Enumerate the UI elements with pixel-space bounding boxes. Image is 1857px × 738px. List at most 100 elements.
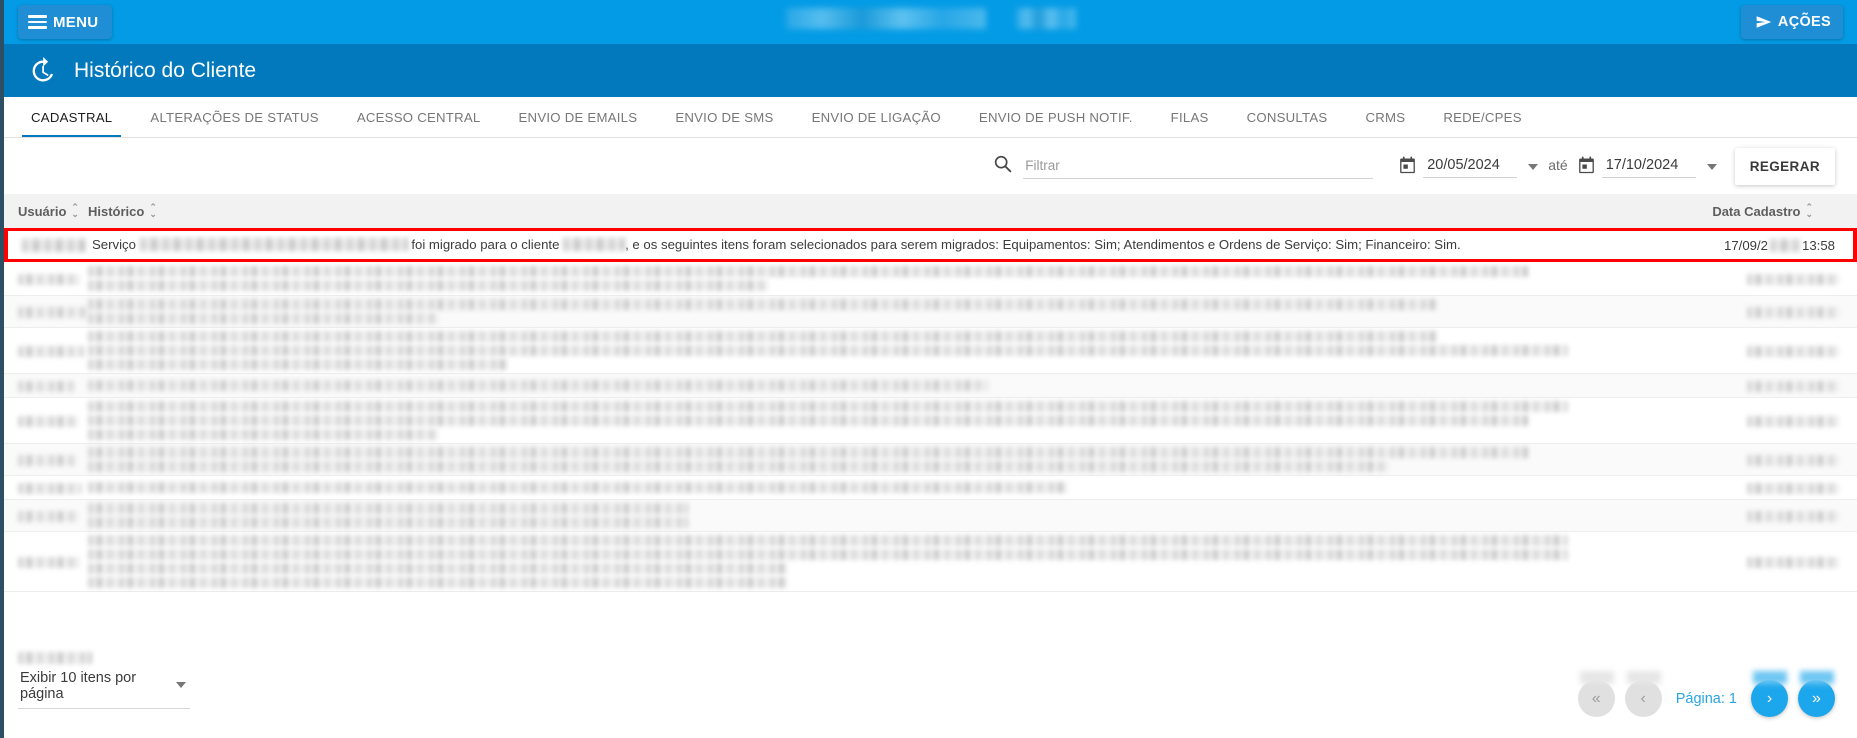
data-cadastro-date: 17/09/2 [1723, 237, 1768, 253]
tab-envio-de-emails[interactable]: ENVIO DE EMAILS [500, 97, 657, 137]
column-header-data-cadastro[interactable]: Data Cadastro ⌃ ⌄ [1697, 203, 1857, 219]
chevron-down-icon[interactable] [1528, 163, 1539, 170]
date-to-group[interactable]: 17/10/2024 [1578, 155, 1717, 178]
menu-button[interactable]: MENU [18, 5, 113, 39]
chevron-down-icon[interactable] [1706, 163, 1717, 170]
tab-altera-es-de-status[interactable]: ALTERAÇÕES DE STATUS [131, 97, 337, 137]
tab-label: CONSULTAS [1246, 109, 1328, 125]
redaction-block [88, 517, 688, 528]
table-row-highlighted[interactable]: Serviço foi migrado para o cliente , e o… [4, 228, 1857, 262]
table-row[interactable] [4, 262, 1857, 296]
redaction-block [88, 461, 1388, 472]
sort-icon[interactable]: ⌃ ⌄ [1805, 203, 1813, 219]
redaction-block [1753, 671, 1787, 684]
actions-button-label: AÇÕES [1777, 14, 1831, 30]
pagination-prev-icon: ‹ [1640, 689, 1646, 707]
redaction-block [563, 238, 626, 252]
redaction-block [1747, 483, 1839, 495]
table-row[interactable] [4, 374, 1857, 398]
redaction-block [18, 483, 82, 495]
redaction-block [88, 535, 1568, 546]
column-header-usuario[interactable]: Usuário ⌃ ⌄ [4, 203, 88, 219]
table-row[interactable] [4, 398, 1857, 444]
pagination-prev-button[interactable]: ‹ [1624, 671, 1662, 717]
redaction-block [88, 280, 768, 291]
cell-usuario [4, 413, 88, 428]
date-to-value[interactable]: 17/10/2024 [1601, 155, 1696, 178]
redaction-block [1747, 346, 1839, 358]
table-row[interactable] [4, 532, 1857, 592]
redaction-block [88, 266, 1528, 277]
tab-bar: CADASTRAL ALTERAÇÕES DE STATUS ACESSO CENT… [4, 97, 1857, 138]
date-from-value[interactable]: 20/05/2024 [1423, 155, 1518, 178]
tab-filas[interactable]: FILAS [1152, 97, 1228, 137]
menu-button-label: MENU [53, 13, 99, 31]
page-title: Histórico do Cliente [74, 58, 257, 82]
tab-label: REDE/CPES [1443, 109, 1522, 125]
tab-cadastral[interactable]: CADASTRAL [12, 97, 131, 137]
cell-historico [88, 479, 1697, 496]
tab-label: ACESSO CENTRAL [356, 109, 481, 125]
tab-acesso-central[interactable]: ACESSO CENTRAL [338, 97, 500, 137]
cell-data-cadastro: 17/09/2 13:58 [1693, 238, 1853, 253]
send-icon [1756, 16, 1772, 28]
tab-consultas[interactable]: CONSULTAS [1228, 97, 1347, 137]
cell-data-cadastro [1697, 413, 1857, 428]
redaction-block [18, 274, 80, 286]
table-row[interactable] [4, 296, 1857, 328]
cell-data-cadastro [1697, 452, 1857, 467]
redaction-block [88, 563, 788, 574]
cell-data-cadastro [1697, 378, 1857, 393]
sort-icon[interactable]: ⌃ ⌄ [71, 203, 79, 219]
tab-label: ENVIO DE EMAILS [518, 109, 638, 125]
table-row[interactable] [4, 476, 1857, 500]
tab-label: ENVIO DE SMS [675, 109, 774, 125]
redaction-block [18, 652, 92, 664]
redaction-block [88, 401, 1568, 412]
pagination-last-button[interactable]: » [1798, 671, 1835, 717]
pagination-last-icon: » [1812, 689, 1821, 707]
cell-historico [88, 532, 1697, 591]
tab-envio-de-liga-o[interactable]: ENVIO DE LIGAÇÃO [793, 97, 960, 137]
page-size-select[interactable]: Exibir 10 itens por página [18, 667, 190, 709]
redaction-block [1747, 381, 1839, 393]
redaction-block [1626, 671, 1661, 684]
cell-historico [88, 444, 1697, 475]
redaction-block [18, 455, 76, 467]
tab-crms[interactable]: CRMS [1346, 97, 1424, 137]
redaction-block [88, 313, 438, 324]
redaction-block [88, 549, 1568, 560]
redaction-block [88, 482, 1068, 493]
redaction-block [18, 381, 74, 393]
cell-historico [88, 500, 1697, 531]
tab-envio-de-sms[interactable]: ENVIO DE SMS [656, 97, 792, 137]
redaction-block [88, 331, 1438, 342]
table-row[interactable] [4, 328, 1857, 374]
tab-envio-de-push-notif[interactable]: ENVIO DE PUSH NOTIF. [960, 97, 1152, 137]
chevron-down-icon[interactable] [176, 682, 186, 688]
tab-rede-cpes[interactable]: REDE/CPES [1424, 97, 1540, 137]
pagination-next-button[interactable]: › [1751, 671, 1788, 717]
page-size-label: Exibir 10 itens por página [20, 670, 137, 702]
cell-usuario [4, 452, 88, 467]
actions-button[interactable]: AÇÕES [1740, 5, 1843, 39]
cell-data-cadastro [1697, 304, 1857, 319]
search-input[interactable] [1023, 154, 1374, 179]
search-icon[interactable] [992, 153, 1013, 174]
pagination-next-icon: › [1766, 689, 1773, 707]
redaction-block [88, 359, 508, 370]
table-row[interactable] [4, 500, 1857, 532]
sort-icon[interactable]: ⌃ ⌄ [149, 203, 157, 219]
cell-historico [88, 296, 1697, 327]
redaction-block [1579, 671, 1614, 684]
regenerate-button[interactable]: REGERAR [1734, 147, 1835, 185]
data-cadastro-time: 13:58 [1801, 237, 1835, 253]
column-header-historico[interactable]: Histórico ⌃ ⌄ [88, 203, 1697, 219]
redaction-block [18, 557, 80, 569]
table-row[interactable] [4, 444, 1857, 476]
redaction-block [18, 307, 88, 319]
redaction-block [88, 415, 1528, 426]
pagination-first-button[interactable]: « [1577, 671, 1615, 717]
calendar-icon [1578, 155, 1594, 173]
date-from-group[interactable]: 20/05/2024 [1399, 155, 1539, 178]
